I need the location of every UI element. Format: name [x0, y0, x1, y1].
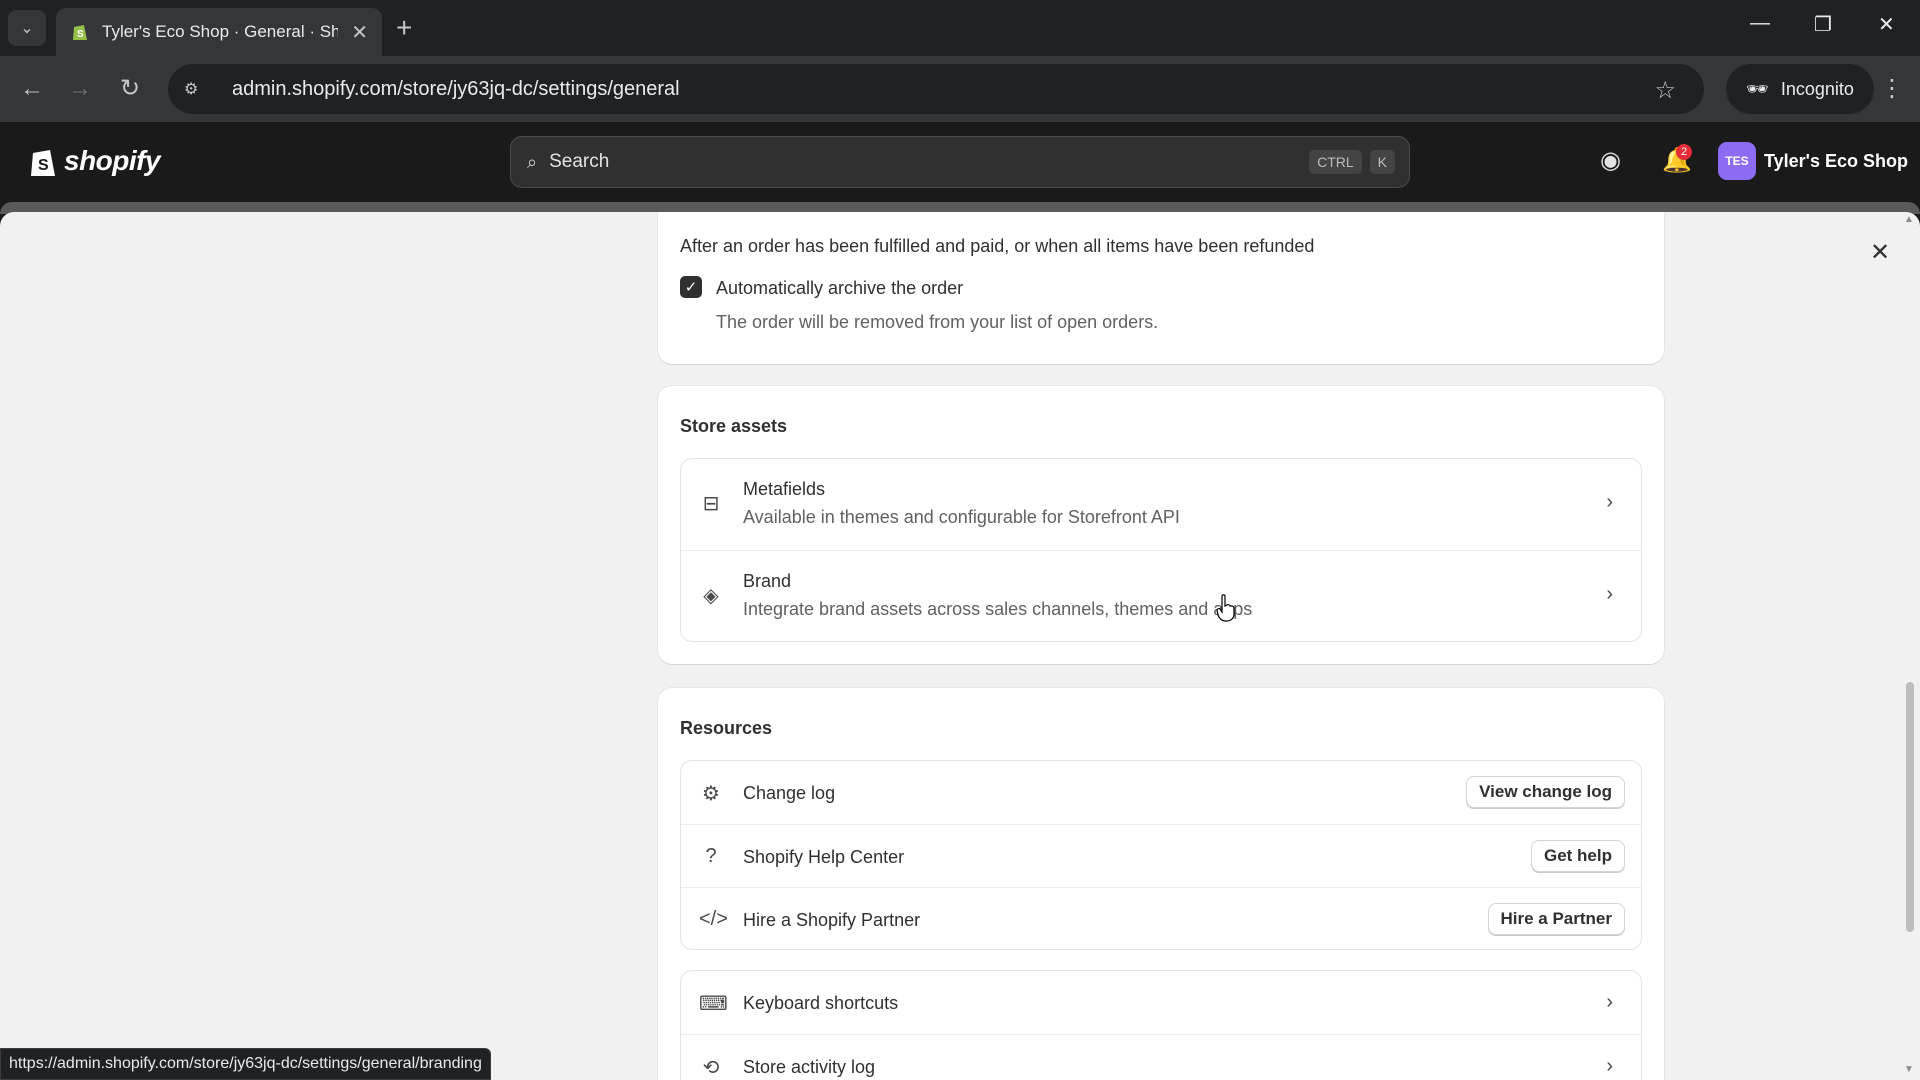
list-item-brand[interactable]: ◈ Brand Integrate brand assets across sa…	[681, 550, 1641, 641]
shortcut-key-ctrl: CTRL	[1309, 150, 1362, 174]
incognito-label: Incognito	[1780, 78, 1854, 99]
shopify-logo[interactable]: S shopify	[28, 144, 161, 178]
list-item-title: Change log	[743, 783, 836, 803]
list-item-title: Keyboard shortcuts	[743, 993, 899, 1013]
store-assets-title: Store assets	[680, 416, 788, 436]
store-name[interactable]: Tyler's Eco Shop	[1764, 151, 1908, 172]
browser-status-url: https://admin.shopify.com/store/jy63jq-d…	[0, 1048, 491, 1080]
url-text: admin.shopify.com/store/jy63jq-dc/settin…	[232, 77, 680, 100]
search-shortcut: CTRL K	[1309, 150, 1395, 174]
keyboard-icon: ⌨	[699, 993, 728, 1015]
bookmark-star-icon[interactable]: ☆	[1654, 76, 1676, 105]
list-item-store-activity-log[interactable]: ⟲ Store activity log ›	[681, 1034, 1641, 1080]
store-assets-card: Store assets ⊟ Metafields Available in t…	[658, 386, 1664, 664]
avatar[interactable]: TES	[1718, 142, 1756, 180]
close-settings-button[interactable]: ✕	[1860, 232, 1900, 272]
site-info-icon[interactable]: ⚙	[184, 79, 212, 99]
back-icon[interactable]: ←	[20, 74, 44, 104]
minimize-icon[interactable]: —	[1750, 12, 1770, 35]
list-item-change-log: ⚙ Change log View change log	[681, 761, 1641, 824]
chevron-right-icon: ›	[1606, 1055, 1613, 1077]
tab-search-button[interactable]: ⌄	[8, 10, 46, 46]
shopify-top-bar: S shopify ⌕ Search CTRL K ◉ 🔔 2 TES Tyle…	[0, 122, 1920, 204]
settings-sheet: ✕ After an order has been fulfilled and …	[0, 212, 1920, 1080]
resources-list: ⚙ Change log View change log ? Shopify H…	[680, 760, 1642, 950]
svg-text:S: S	[38, 157, 49, 174]
store-assets-list: ⊟ Metafields Available in themes and con…	[680, 458, 1642, 642]
address-bar[interactable]: ⚙ admin.shopify.com/store/jy63jq-dc/sett…	[168, 64, 1704, 114]
change-log-icon: ⚙	[702, 783, 720, 805]
tab-close-icon[interactable]: ✕	[351, 20, 368, 45]
auto-archive-label[interactable]: Automatically archive the order	[716, 278, 963, 299]
hand-cursor-icon	[1216, 594, 1235, 622]
list-item-title: Shopify Help Center	[743, 847, 905, 867]
browser-tab[interactable]: S Tyler's Eco Shop · General · Shopify ✕	[56, 8, 382, 56]
admin-search-input[interactable]: ⌕ Search CTRL K	[510, 136, 1410, 188]
list-item-title: Metafields	[743, 479, 826, 499]
activity-log-icon: ⟲	[702, 1057, 720, 1079]
reload-icon[interactable]: ↻	[120, 74, 140, 104]
search-placeholder: Search	[549, 151, 610, 172]
sheet-scrollbar[interactable]	[1906, 682, 1914, 932]
incognito-indicator[interactable]: 🕶 Incognito	[1726, 64, 1874, 114]
browser-tab-bar: ⌄ S Tyler's Eco Shop · General · Shopify…	[0, 0, 1920, 56]
scroll-down-arrow-icon[interactable]: ▼	[1904, 1064, 1914, 1075]
list-item-title: Hire a Shopify Partner	[743, 910, 921, 930]
code-icon: </>	[699, 908, 728, 930]
chevron-right-icon: ›	[1606, 583, 1613, 605]
resources-links-list: ⌨ Keyboard shortcuts › ⟲ Store activity …	[680, 970, 1642, 1080]
resources-title: Resources	[680, 718, 773, 738]
restore-icon[interactable]: ❐	[1814, 12, 1832, 37]
auto-archive-checkbox[interactable]: ✓	[680, 276, 702, 298]
incognito-icon: 🕶	[1746, 78, 1769, 99]
tab-title: Tyler's Eco Shop · General · Shopify	[102, 22, 338, 41]
get-help-button[interactable]: Get help	[1530, 840, 1625, 872]
hire-partner-button[interactable]: Hire a Partner	[1487, 903, 1625, 935]
order-processing-card: After an order has been fulfilled and pa…	[658, 212, 1664, 364]
list-item-metafields[interactable]: ⊟ Metafields Available in themes and con…	[681, 459, 1641, 550]
shortcut-key-k: K	[1369, 150, 1395, 174]
search-icon: ⌕	[527, 151, 538, 172]
list-item-title: Store activity log	[743, 1057, 876, 1077]
list-item-subtitle: Integrate brand assets across sales chan…	[743, 599, 1253, 619]
window-close-icon[interactable]: ✕	[1878, 12, 1895, 37]
close-icon: ✕	[1869, 238, 1891, 266]
resources-card: Resources ⚙ Change log View change log ?…	[658, 688, 1664, 1080]
list-item-subtitle: Available in themes and configurable for…	[743, 507, 1180, 527]
shopify-favicon-icon: S	[70, 22, 90, 42]
metafields-icon: ⊟	[702, 493, 720, 515]
list-item-keyboard-shortcuts[interactable]: ⌨ Keyboard shortcuts ›	[681, 971, 1641, 1034]
chevron-right-icon: ›	[1606, 991, 1613, 1013]
browser-menu-icon[interactable]: ⋮	[1880, 74, 1904, 103]
list-item-hire-partner: </> Hire a Shopify Partner Hire a Partne…	[681, 887, 1641, 949]
forward-icon[interactable]: →	[68, 74, 92, 104]
svg-text:S: S	[77, 29, 84, 40]
shopify-bag-icon: S	[31, 150, 55, 176]
order-archive-description: After an order has been fulfilled and pa…	[680, 236, 1315, 256]
chevron-down-icon: ⌄	[20, 20, 34, 37]
help-icon: ?	[705, 845, 717, 867]
view-change-log-button[interactable]: View change log	[1466, 776, 1625, 808]
auto-archive-help: The order will be removed from your list…	[716, 312, 1159, 332]
shopify-logo-text: shopify	[64, 145, 161, 176]
browser-toolbar: ← → ↻ ⚙ admin.shopify.com/store/jy63jq-d…	[0, 56, 1920, 122]
notification-badge: 2	[1676, 144, 1692, 160]
list-item-title: Brand	[743, 571, 792, 591]
sidekick-icon[interactable]: ◉	[1600, 146, 1621, 175]
brand-icon: ◈	[703, 585, 719, 607]
new-tab-button[interactable]: +	[396, 12, 412, 44]
chevron-right-icon: ›	[1606, 491, 1613, 513]
list-item-help-center: ? Shopify Help Center Get help	[681, 824, 1641, 887]
scroll-up-arrow-icon[interactable]: ▲	[1904, 214, 1914, 225]
